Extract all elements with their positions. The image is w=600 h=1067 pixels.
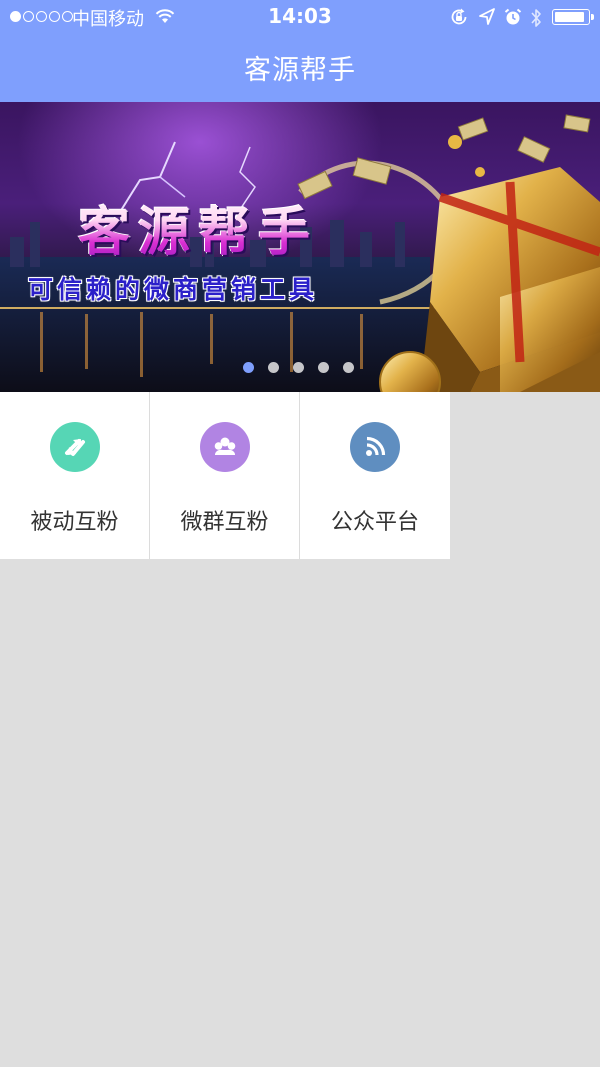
menu-tile-1[interactable]: 微群互粉 [150,392,300,559]
page-title: 客源帮手 [244,55,356,86]
top-bar: 中国移动 14:03 客源帮手 [0,0,600,102]
menu-tile-label: 被动互粉 [30,510,119,535]
menu-tile-label: 微群互粉 [180,510,269,535]
carousel-dot[interactable] [243,362,254,373]
rss-feed-icon [350,422,400,472]
alarm-clock-icon [504,8,522,25]
carousel-dot[interactable] [343,362,354,373]
feature-menu: 被动互粉 微群互粉 公众平台 [0,392,450,559]
menu-tile-0[interactable]: 被动互粉 [0,392,150,559]
status-bar: 中国移动 14:03 [0,0,600,34]
banner-slogan: 可信赖的微商营销工具 [28,275,319,304]
carousel-dot[interactable] [268,362,279,373]
battery-icon [552,9,594,25]
refresh-arrows-icon [50,422,100,472]
bluetooth-icon [531,9,541,27]
carousel-indicator[interactable] [243,362,354,373]
banner-carousel[interactable]: 客源帮手 可信赖的微商营销工具 [0,102,600,392]
app-screen: 中国移动 14:03 客源帮手 客源帮手 可信赖的微商营销工具 被动互粉 微群互… [0,0,600,1067]
carousel-dot[interactable] [318,362,329,373]
menu-tile-label: 公众平台 [330,510,419,535]
menu-tile-2[interactable]: 公众平台 [300,392,450,559]
rotation-lock-icon [451,8,467,25]
group-icon [200,422,250,472]
banner-title: 客源帮手 [78,190,318,265]
location-arrow-icon [479,8,495,25]
carousel-dot[interactable] [293,362,304,373]
navigation-bar: 客源帮手 [0,34,600,102]
